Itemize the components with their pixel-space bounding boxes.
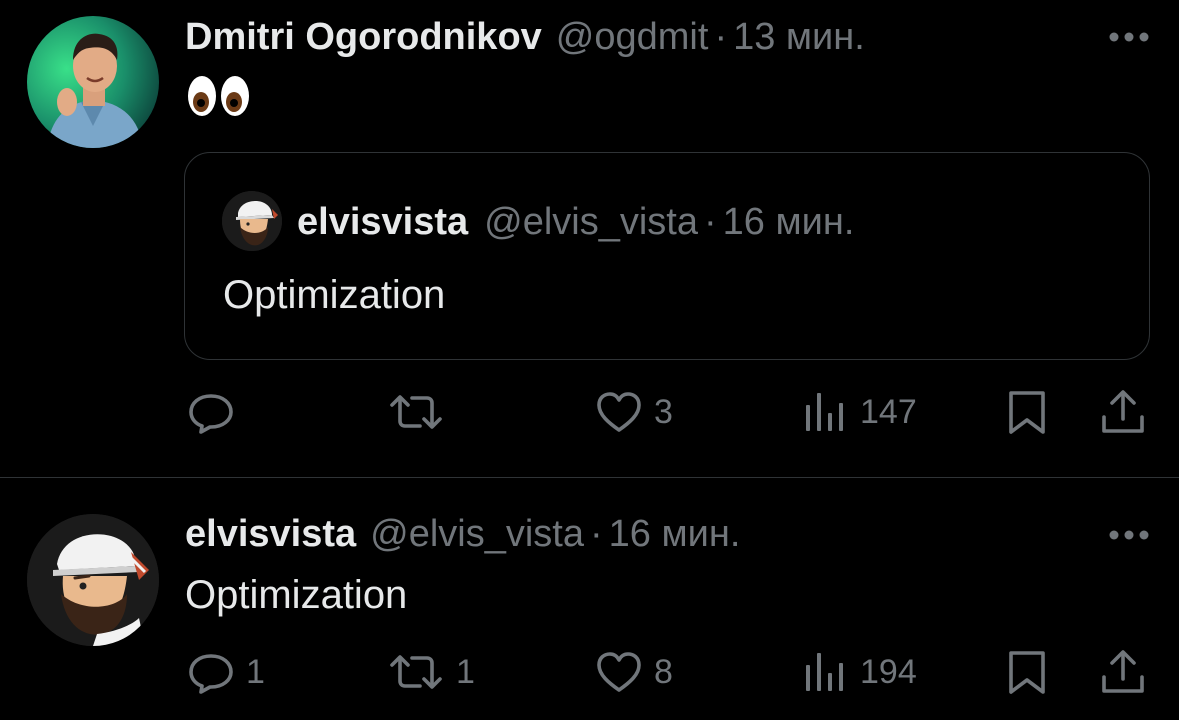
view-count: 147: [860, 392, 917, 431]
retweet-button[interactable]: 1: [386, 642, 475, 702]
share-button[interactable]: [1098, 382, 1148, 442]
like-button[interactable]: 8: [594, 642, 673, 702]
views-button[interactable]: 194: [800, 642, 917, 702]
retweet-button[interactable]: [386, 382, 456, 442]
author-name[interactable]: elvisvista: [185, 511, 356, 557]
timestamp[interactable]: 16 мин.: [609, 511, 741, 557]
author-handle[interactable]: @elvis_vista: [370, 511, 584, 557]
quote-header: elvisvista @elvis_vista · 16 мин.: [297, 199, 854, 245]
share-icon: [1102, 390, 1144, 433]
more-options-icon[interactable]: [1107, 528, 1151, 542]
tweet-header: elvisvista @elvis_vista · 16 мин.: [185, 511, 740, 557]
bookmark-icon: [1009, 391, 1045, 434]
reply-button[interactable]: 1: [186, 642, 265, 702]
retweet-icon: [390, 395, 442, 429]
heart-icon: [597, 392, 641, 432]
avatar-photo: [27, 16, 159, 148]
author-handle[interactable]: @ogdmit: [556, 14, 709, 60]
reply-icon: [189, 394, 233, 434]
bookmark-button[interactable]: [1002, 382, 1052, 442]
views-button[interactable]: 147: [800, 382, 917, 442]
quote-author-handle[interactable]: @elvis_vista: [484, 199, 698, 245]
reply-count: 1: [246, 652, 265, 691]
cartoon-avatar-icon: [222, 191, 282, 251]
eyes-emoji: [188, 76, 249, 116]
timestamp[interactable]: 13 мин.: [733, 14, 865, 60]
bookmark-button[interactable]: [1002, 642, 1052, 702]
retweet-icon: [390, 655, 442, 689]
tweet-header: Dmitri Ogorodnikov @ogdmit · 13 мин.: [185, 14, 865, 60]
quote-author-name[interactable]: elvisvista: [297, 199, 468, 245]
action-bar: 1 1 8 194: [0, 642, 1179, 702]
cartoon-avatar-icon: [27, 514, 159, 646]
quoted-tweet[interactable]: elvisvista @elvis_vista · 16 мин. Optimi…: [184, 152, 1150, 360]
avatar[interactable]: [27, 514, 159, 646]
analytics-icon: [806, 653, 843, 691]
share-icon: [1102, 650, 1144, 693]
like-count: 8: [654, 652, 673, 691]
separator-dot: ·: [704, 201, 717, 243]
heart-icon: [597, 652, 641, 692]
analytics-icon: [806, 393, 843, 431]
like-button[interactable]: 3: [594, 382, 673, 442]
retweet-count: 1: [456, 652, 475, 691]
bookmark-icon: [1009, 651, 1045, 694]
more-options-icon[interactable]: [1107, 30, 1151, 44]
tweet[interactable]: Dmitri Ogorodnikov @ogdmit · 13 мин. elv…: [0, 0, 1179, 477]
reply-icon: [189, 654, 233, 694]
share-button[interactable]: [1098, 642, 1148, 702]
like-count: 3: [654, 392, 673, 431]
view-count: 194: [860, 652, 917, 691]
separator-dot: ·: [590, 513, 603, 555]
action-bar: 3 147: [0, 382, 1179, 442]
separator-dot: ·: [714, 16, 728, 58]
tweet[interactable]: elvisvista @elvis_vista · 16 мин. Optimi…: [0, 478, 1179, 720]
author-name[interactable]: Dmitri Ogorodnikov: [185, 14, 542, 60]
reply-button[interactable]: [186, 382, 246, 442]
avatar[interactable]: [27, 16, 159, 148]
quote-text: Optimization: [223, 273, 446, 317]
quote-timestamp[interactable]: 16 мин.: [723, 199, 855, 245]
quote-avatar[interactable]: [222, 191, 282, 251]
tweet-text: Optimization: [185, 573, 408, 617]
